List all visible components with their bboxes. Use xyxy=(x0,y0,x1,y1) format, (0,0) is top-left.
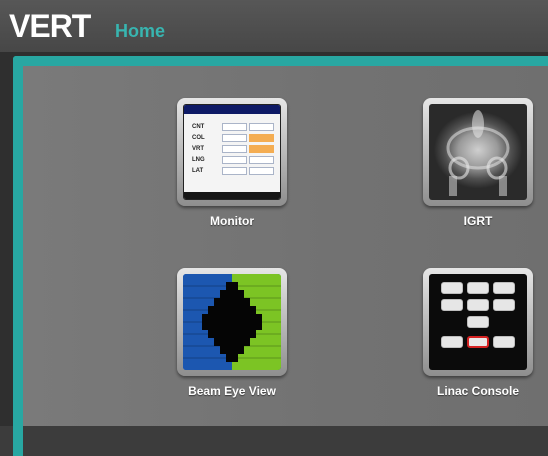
tile-beam-eye-view[interactable]: Beam Eye View xyxy=(177,268,287,398)
monitor-icon: CNT COL VRT LNG LAT xyxy=(177,98,287,206)
app-title: VERT xyxy=(9,8,91,44)
keypad-key xyxy=(467,282,489,294)
pelvis-icon xyxy=(446,110,510,196)
monitor-row: VRT xyxy=(192,144,276,153)
keypad-key xyxy=(467,299,489,311)
app-header: VERT Home xyxy=(0,0,548,52)
keypad-key xyxy=(493,299,515,311)
monitor-row-label: LAT xyxy=(192,167,204,174)
monitor-row-label: LNG xyxy=(192,156,205,163)
tile-label: Monitor xyxy=(210,214,254,228)
linac-keypad xyxy=(429,274,527,370)
keypad-key xyxy=(493,336,515,348)
tile-monitor[interactable]: CNT COL VRT LNG LAT Monitor xyxy=(177,98,287,228)
monitor-row: COL xyxy=(192,133,276,142)
tile-igrt[interactable]: IGRT xyxy=(423,98,533,228)
keypad-key xyxy=(441,336,463,348)
monitor-row: LAT xyxy=(192,166,276,175)
igrt-xray-icon xyxy=(423,98,533,206)
monitor-row-label: COL xyxy=(192,134,205,141)
keypad-key xyxy=(493,282,515,294)
keypad-key xyxy=(467,316,489,328)
linac-console-icon xyxy=(423,268,533,376)
tile-linac-console[interactable]: Linac Console xyxy=(423,268,533,398)
beam-eye-view-image xyxy=(183,274,281,370)
beam-eye-view-icon xyxy=(177,268,287,376)
monitor-row: CNT xyxy=(192,122,276,131)
tile-label: IGRT xyxy=(463,214,493,228)
xray-image xyxy=(429,104,527,200)
keypad-key-active xyxy=(467,336,489,348)
monitor-row-label: VRT xyxy=(192,145,204,152)
keypad-key xyxy=(441,282,463,294)
page-title: Home xyxy=(115,21,166,41)
tile-label: Beam Eye View xyxy=(188,384,276,398)
monitor-row-label: CNT xyxy=(192,123,205,130)
keypad-key xyxy=(441,299,463,311)
monitor-screen: CNT COL VRT LNG LAT xyxy=(183,104,281,200)
tile-label: Linac Console xyxy=(436,384,519,398)
monitor-row: LNG xyxy=(192,155,276,164)
